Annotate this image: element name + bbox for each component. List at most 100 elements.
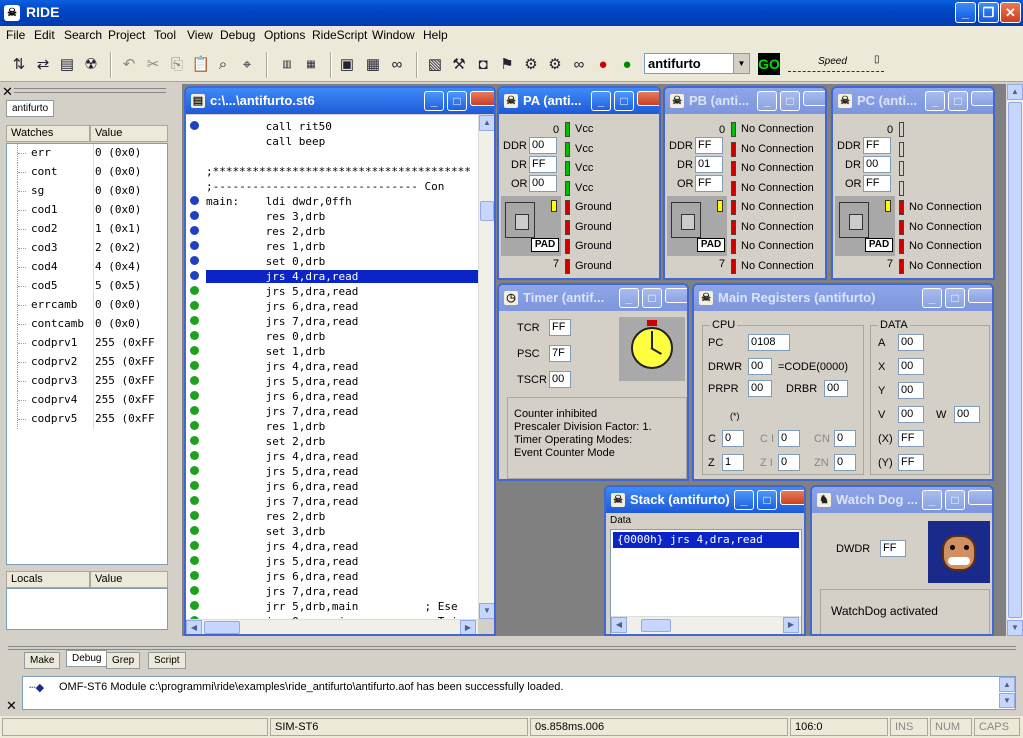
executed-marker-icon[interactable] <box>190 496 199 505</box>
dwdr-field[interactable]: FF <box>880 540 906 557</box>
watch-row[interactable]: codprv1 255 (0xFF <box>7 334 167 353</box>
pin-state[interactable]: Ground <box>575 240 612 252</box>
code-line[interactable]: jrs 4,dra,read <box>188 269 478 284</box>
undo-icon[interactable]: ↶ <box>118 54 140 76</box>
pin-state[interactable]: No Connection <box>741 123 814 135</box>
tab-debug[interactable]: Debug <box>66 650 108 667</box>
watch-row[interactable]: codprv2 255 (0xFF <box>7 353 167 372</box>
scroll-right-icon[interactable]: ▶ <box>783 617 799 633</box>
menu-file[interactable]: File <box>6 28 25 42</box>
menu-view[interactable]: View <box>187 28 213 42</box>
stack-close-button[interactable]: ✕ <box>780 490 804 505</box>
watch-list[interactable]: err 0 (0x0) cont 0 (0x0) sg 0 (0x0) cod1 0 (0x0… <box>6 143 168 565</box>
code-line[interactable]: jrs 6,dra,read <box>188 389 478 404</box>
scroll-down-icon[interactable]: ▼ <box>479 603 494 619</box>
stack-entry[interactable]: {0000h} jrs 4,dra,read <box>613 532 799 548</box>
code-line[interactable]: jrs 7,dra,read <box>188 494 478 509</box>
locals-list[interactable] <box>6 588 168 630</box>
watch-row[interactable]: cont 0 (0x0) <box>7 163 167 182</box>
pin-state[interactable]: No Connection <box>741 260 814 272</box>
find-next-icon[interactable]: ⌖ <box>236 54 258 76</box>
code-line[interactable]: ;------------------------------- Con <box>188 179 478 194</box>
code-line[interactable]: main: ldi dwdr,0ffh <box>188 194 478 209</box>
editor-vertical-scrollbar[interactable]: ▲ ▼ <box>478 115 494 619</box>
pin-state[interactable]: No Connection <box>741 240 814 252</box>
watch-row[interactable]: codprv3 255 (0xFF <box>7 372 167 391</box>
port-maximize-button[interactable]: □ <box>614 91 634 111</box>
pin-state[interactable]: No Connection <box>741 162 814 174</box>
pin-state[interactable]: Ground <box>575 260 612 272</box>
target-combo[interactable]: antifurto ▼ <box>644 53 750 74</box>
pin-state[interactable]: No Connection <box>909 240 982 252</box>
watch-icon[interactable]: ∞ <box>568 54 590 76</box>
code-line[interactable]: res 2,drb <box>188 509 478 524</box>
pin-state[interactable]: No Connection <box>741 221 814 233</box>
port-minimize-button[interactable]: _ <box>925 91 945 111</box>
editor-horizontal-scrollbar[interactable]: ◀ ▶ <box>186 619 478 634</box>
timer-minimize-button[interactable]: _ <box>619 288 639 308</box>
code-line[interactable]: set 3,drb <box>188 524 478 539</box>
port-close-button[interactable]: ✕ <box>971 91 993 106</box>
registers-close-button[interactable]: ✕ <box>968 288 992 303</box>
scroll-up-icon[interactable]: ▲ <box>999 677 1015 692</box>
code-line[interactable]: jrs 6,dra,read <box>188 569 478 584</box>
code-line[interactable]: set 0,drb <box>188 254 478 269</box>
ci-field[interactable]: 0 <box>778 430 800 447</box>
hscroll-thumb[interactable] <box>204 621 240 634</box>
code-line[interactable]: jrs 5,dra,read <box>188 284 478 299</box>
pin-state[interactable]: No Connection <box>909 221 982 233</box>
executed-marker-icon[interactable] <box>190 346 199 355</box>
watch-row[interactable]: cod2 1 (0x1) <box>7 220 167 239</box>
executed-marker-icon[interactable] <box>190 376 199 385</box>
watches-header[interactable]: Watches <box>6 125 90 142</box>
code-line[interactable]: call rit50 <box>188 119 478 134</box>
executed-marker-icon[interactable] <box>190 541 199 550</box>
close-icon[interactable]: ✕ <box>2 84 13 100</box>
code-line[interactable]: jrs 5,dra,read <box>188 374 478 389</box>
dr-field[interactable]: 00 <box>863 156 891 173</box>
scroll-up-icon[interactable]: ▲ <box>1007 84 1023 100</box>
watch-row[interactable]: codprv4 255 (0xFF <box>7 391 167 410</box>
scroll-up-icon[interactable]: ▲ <box>479 115 494 131</box>
breakpoint-stop-icon[interactable]: ● <box>592 54 614 76</box>
pin-state[interactable]: Vcc <box>575 182 593 194</box>
watch-row[interactable]: cod4 4 (0x4) <box>7 258 167 277</box>
a-field[interactable]: 00 <box>898 334 924 351</box>
watchdog-close-button[interactable]: ✕ <box>968 490 992 505</box>
executed-marker-icon[interactable] <box>190 316 199 325</box>
ddr-field[interactable]: FF <box>863 137 891 154</box>
scroll-right-icon[interactable]: ▶ <box>460 620 476 634</box>
c-field[interactable]: 0 <box>722 430 744 447</box>
code-line[interactable]: jrs 5,dra,read <box>188 554 478 569</box>
watchdog-maximize-button[interactable]: □ <box>945 490 965 510</box>
code-line[interactable]: jrs 4,dra,read <box>188 539 478 554</box>
or-field[interactable]: FF <box>863 175 891 192</box>
watch-row[interactable]: cod3 2 (0x2) <box>7 239 167 258</box>
executed-marker-icon[interactable] <box>190 421 199 430</box>
menu-project[interactable]: Project <box>108 28 145 42</box>
breakpoint-marker-icon[interactable] <box>190 241 199 250</box>
registers-maximize-button[interactable]: □ <box>945 288 965 308</box>
breakpoint-marker-icon[interactable] <box>190 121 199 130</box>
menu-window[interactable]: Window <box>372 28 415 42</box>
menu-tool[interactable]: Tool <box>154 28 176 42</box>
watch-row[interactable]: errcamb 0 (0x0) <box>7 296 167 315</box>
executed-marker-icon[interactable] <box>190 406 199 415</box>
scroll-left-icon[interactable]: ◀ <box>611 617 627 633</box>
drbr-field[interactable]: 00 <box>824 380 848 397</box>
close-button[interactable]: ✕ <box>1000 2 1021 23</box>
paste-icon[interactable]: 📋 <box>190 54 212 76</box>
code-line[interactable]: jrs 4,dra,read <box>188 359 478 374</box>
executed-marker-icon[interactable] <box>190 451 199 460</box>
watch-row[interactable]: cod5 5 (0x5) <box>7 277 167 296</box>
x-indirect-field[interactable]: FF <box>898 430 924 447</box>
port-maximize-button[interactable]: □ <box>948 91 968 111</box>
drwr-field[interactable]: 00 <box>748 358 772 375</box>
menu-options[interactable]: Options <box>264 28 305 42</box>
zn-field[interactable]: 0 <box>834 454 856 471</box>
menu-help[interactable]: Help <box>423 28 448 42</box>
executed-marker-icon[interactable] <box>190 556 199 565</box>
or-field[interactable]: FF <box>695 175 723 192</box>
chevron-down-icon[interactable]: ▼ <box>733 54 749 73</box>
tab-script[interactable]: Script <box>148 652 186 669</box>
